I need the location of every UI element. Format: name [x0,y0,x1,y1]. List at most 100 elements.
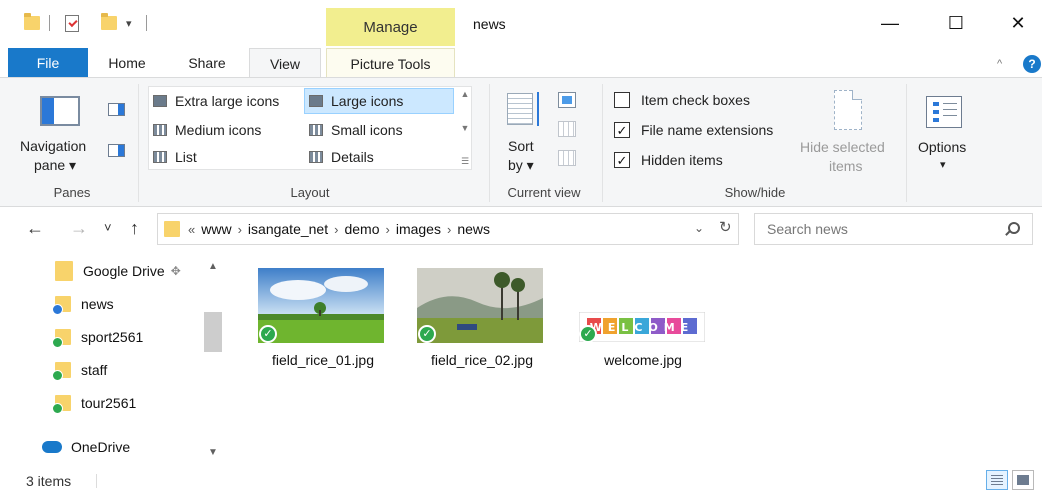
navigation-pane-icon[interactable] [40,96,80,126]
group-by-icon[interactable] [558,92,576,108]
sidebar-item-sport2561[interactable]: sport2561 [52,324,143,350]
quick-access-folder-icon[interactable] [24,12,40,34]
preview-pane-icon[interactable] [108,103,125,116]
synced-check-icon [52,370,63,381]
collapse-ribbon-button[interactable]: ^ [997,58,1002,70]
large-icons-icon [309,95,323,107]
sort-by-dropdown[interactable]: by ▾ [508,157,534,174]
maximize-button[interactable]: ☐ [933,8,979,38]
panes-group-label: Panes [53,185,91,200]
address-dropdown-icon[interactable]: ⌄ [694,221,704,235]
options-icon[interactable] [926,96,962,128]
sidebar-scrollbar[interactable]: ▲ ▼ [202,257,224,465]
minimize-button[interactable]: — [867,8,913,38]
forward-button[interactable]: → [70,218,88,239]
new-folder-icon[interactable] [101,12,117,34]
medium-icons-icon [153,124,167,136]
onedrive-cloud-icon [42,441,62,453]
sidebar-item-label: news [81,296,114,312]
sidebar-item-onedrive[interactable]: OneDrive [42,434,130,460]
chevron-right-icon[interactable]: › [447,222,451,237]
layout-extra-large-icons[interactable]: Extra large icons [153,88,279,114]
properties-icon[interactable] [65,12,79,34]
folder-icon [52,296,71,315]
layout-group-label: Layout [290,185,330,200]
tab-manage[interactable]: Manage [326,8,455,46]
welcome-thumbnail: WELCOME [579,312,705,342]
navigation-pane-dropdown[interactable]: pane ▾ [34,157,76,174]
file-name-extensions-checkbox[interactable]: ✓ [614,122,630,138]
breadcrumb-news[interactable]: news [457,221,490,237]
chevron-right-icon[interactable]: › [334,222,338,237]
tab-picture-tools[interactable]: Picture Tools [326,48,455,78]
sort-by-icon[interactable] [507,93,533,125]
sidebar-item-label: staff [81,362,108,378]
help-icon[interactable]: ? [1023,55,1041,73]
navigation-pane-label[interactable]: Navigation [20,138,86,154]
up-button[interactable]: ↑ [130,218,139,239]
sidebar-item-google-drive[interactable]: Google Drive ✥ [55,258,181,284]
layout-item-label: List [175,149,197,165]
list-icon [153,151,167,163]
options-label[interactable]: Options [918,139,966,155]
sidebar-item-news[interactable]: news [52,291,114,317]
refresh-button[interactable]: ↻ [719,218,732,236]
tab-view[interactable]: View [249,48,321,78]
sync-icon [52,304,63,315]
breadcrumb-images[interactable]: images [396,221,441,237]
status-separator [96,474,97,488]
tab-home[interactable]: Home [98,48,156,78]
back-button[interactable]: ← [26,218,44,239]
sidebar-item-tour2561[interactable]: tour2561 [52,390,137,416]
expand-gallery-icon[interactable]: ☰ [461,156,469,167]
hidden-items-label[interactable]: Hidden items [641,152,723,168]
file-name: welcome.jpg [604,352,682,368]
breadcrumb-www[interactable]: www [201,221,231,237]
scroll-down-icon[interactable]: ▼ [461,123,470,133]
file-name: field_rice_02.jpg [431,352,533,368]
scroll-down-arrow-icon[interactable]: ▼ [208,447,218,458]
folder-icon [52,362,71,381]
close-button[interactable]: ✕ [995,8,1041,38]
tab-file[interactable]: File [8,48,88,78]
synced-check-icon: ✓ [418,325,436,343]
group-separator [602,84,603,202]
recent-locations-button[interactable]: ˅ [104,220,112,235]
details-view-button[interactable] [986,470,1008,490]
details-pane-icon[interactable] [108,144,125,157]
layout-small-icons[interactable]: Small icons [309,117,403,143]
layout-gallery: Extra large icons Large icons Medium ico… [148,86,472,170]
address-bar[interactable]: « www › isangate_net › demo › images › n… [157,213,739,245]
chevron-right-icon[interactable]: › [238,222,242,237]
options-dropdown-icon[interactable]: ▾ [940,158,946,171]
group-separator [489,84,490,202]
scroll-up-arrow-icon[interactable]: ▲ [208,261,218,272]
layout-large-icons[interactable]: Large icons [304,88,454,114]
customize-quick-access-button[interactable]: ▾ [126,12,132,34]
synced-check-icon: ✓ [579,325,597,343]
sort-arrow-icon [537,92,541,126]
breadcrumb-demo[interactable]: demo [344,221,379,237]
item-check-boxes-label[interactable]: Item check boxes [641,92,750,108]
layout-gallery-scroll[interactable]: ▲ ▼ ☰ [458,86,472,170]
scroll-up-icon[interactable]: ▲ [461,89,470,99]
chevron-right-icon[interactable]: › [385,222,389,237]
sidebar-item-label: tour2561 [81,395,137,411]
breadcrumb-isangate-net[interactable]: isangate_net [248,221,328,237]
search-box[interactable]: Search news [754,213,1033,245]
hidden-items-checkbox[interactable]: ✓ [614,152,630,168]
sort-by-label[interactable]: Sort [508,138,534,154]
scrollbar-thumb[interactable] [204,312,222,352]
tab-share[interactable]: Share [178,48,236,78]
layout-details[interactable]: Details [309,144,374,170]
search-input[interactable]: Search news [767,221,848,237]
hide-selected-items-icon [834,90,862,130]
search-icon[interactable] [1008,222,1020,234]
address-overflow-icon[interactable]: « [188,222,195,237]
large-icons-view-button[interactable] [1012,470,1034,490]
sidebar-item-staff[interactable]: staff [52,357,108,383]
layout-medium-icons[interactable]: Medium icons [153,117,261,143]
file-name-extensions-label[interactable]: File name extensions [641,122,773,138]
layout-list[interactable]: List [153,144,197,170]
item-check-boxes-checkbox[interactable] [614,92,630,108]
